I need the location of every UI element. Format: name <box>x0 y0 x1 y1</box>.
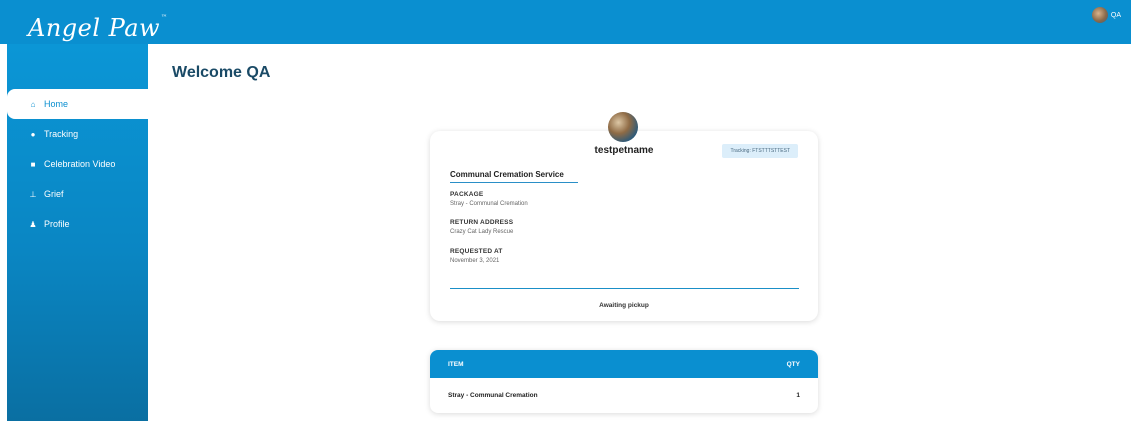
items-table: ITEM QTY Stray - Communal Cremation 1 <box>430 350 818 413</box>
pet-avatar <box>608 112 638 142</box>
map-pin-icon: ● <box>30 129 36 139</box>
requested-at-field: REQUESTED AT November 3, 2021 <box>450 248 503 264</box>
status-text: Awaiting pickup <box>599 302 649 309</box>
brand-trademark: ™ <box>161 14 168 21</box>
tracking-badge[interactable]: Tracking: FTSTTTSTTEST <box>722 144 798 158</box>
user-menu[interactable]: QA <box>1091 7 1121 23</box>
app-root: Angel Paw™ QA ⌂ Home ● Tracking ■ Celebr… <box>0 0 1131 421</box>
video-icon: ■ <box>30 159 36 169</box>
item-name-cell: Stray - Communal Cremation <box>448 392 538 399</box>
pet-order-card: testpetname Tracking: FTSTTTSTTEST Commu… <box>430 131 818 321</box>
card-divider <box>450 288 799 289</box>
column-header-qty: QTY <box>786 360 800 368</box>
sidebar-item-label: Tracking <box>44 129 79 139</box>
sidebar-item-grief[interactable]: ⊥ Grief <box>7 179 148 209</box>
column-header-item: ITEM <box>448 360 464 368</box>
table-header: ITEM QTY <box>430 350 818 378</box>
return-address-field: RETURN ADDRESS Crazy Cat Lady Rescue <box>450 219 513 235</box>
package-label: PACKAGE <box>450 191 484 198</box>
requested-at-value: November 3, 2021 <box>450 258 500 264</box>
sidebar-item-label: Home <box>44 99 69 109</box>
item-qty-cell: 1 <box>796 392 800 399</box>
brand-logo[interactable]: Angel Paw™ <box>28 14 168 42</box>
package-value: Stray - Communal Cremation <box>450 201 528 207</box>
top-bar: Angel Paw™ QA <box>0 0 1131 44</box>
sidebar-item-label: Grief <box>44 189 64 199</box>
return-address-value: Crazy Cat Lady Rescue <box>450 229 514 235</box>
sidebar-item-celebration-video[interactable]: ■ Celebration Video <box>7 149 148 179</box>
sidebar-item-home[interactable]: ⌂ Home <box>7 89 148 119</box>
sidebar-item-label: Celebration Video <box>44 159 116 169</box>
sidebar-item-label: Profile <box>44 219 70 229</box>
user-name: QA <box>1110 11 1121 19</box>
sidebar-item-tracking[interactable]: ● Tracking <box>7 119 148 149</box>
return-address-label: RETURN ADDRESS <box>450 219 514 226</box>
user-avatar[interactable] <box>1091 7 1108 23</box>
table-row: Stray - Communal Cremation 1 <box>430 378 818 413</box>
sidebar-item-profile[interactable]: ♟ Profile <box>7 209 148 239</box>
grief-icon: ⊥ <box>29 189 37 199</box>
requested-at-label: REQUESTED AT <box>450 248 503 255</box>
brand-name: Angel Paw <box>28 14 161 42</box>
package-field: PACKAGE Stray - Communal Cremation <box>450 191 528 207</box>
main-panel-corner <box>148 44 1131 74</box>
home-icon: ⌂ <box>30 99 36 109</box>
page-title: Welcome QA <box>172 64 271 81</box>
service-title: Communal Cremation Service <box>450 170 578 183</box>
user-icon: ♟ <box>29 219 37 229</box>
sidebar-nav: ⌂ Home ● Tracking ■ Celebration Video ⊥ … <box>7 89 148 239</box>
sidebar: ⌂ Home ● Tracking ■ Celebration Video ⊥ … <box>7 44 148 421</box>
